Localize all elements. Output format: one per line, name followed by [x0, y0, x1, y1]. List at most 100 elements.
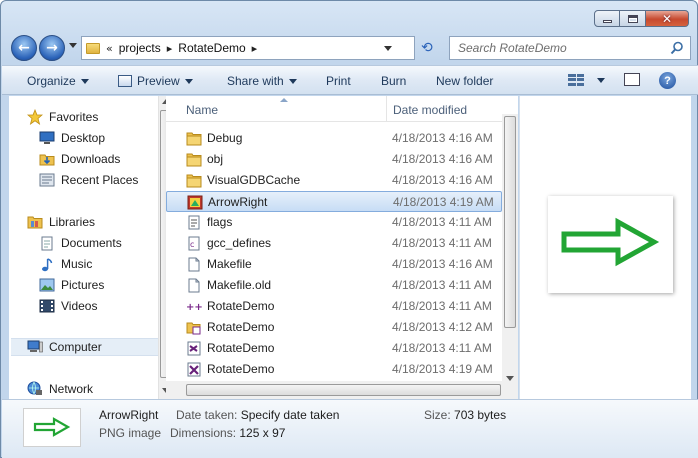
file-name: RotateDemo: [207, 341, 275, 355]
help-icon: ?: [659, 72, 676, 89]
breadcrumb-separator-icon[interactable]: ▸: [252, 42, 258, 55]
breadcrumb-overflow[interactable]: «: [106, 42, 113, 55]
search-input[interactable]: [458, 41, 658, 55]
sidebar-item-label: Network: [49, 382, 94, 396]
file-row[interactable]: Makefile 4/18/2013 4:16 AM: [166, 254, 502, 275]
share-with-button[interactable]: Share with: [227, 74, 297, 88]
preview-pane-icon: [624, 73, 640, 86]
size-label: Size:: [424, 408, 451, 422]
file-row[interactable]: c gcc_defines 4/18/2013 4:11 AM: [166, 233, 502, 254]
file-list-pane: Name Date modified Debug 4/18/2013 4:16 A…: [166, 96, 518, 399]
file-row[interactable]: RotateDemo 4/18/2013 4:11 AM: [166, 338, 502, 359]
print-button[interactable]: Print: [326, 74, 351, 88]
change-view-button[interactable]: [568, 74, 605, 86]
details-pane: ArrowRight PNG image Date taken: Specify…: [2, 399, 698, 458]
file-date-modified: 4/18/2013 4:12 AM: [392, 320, 493, 334]
breadcrumb-rotatedemo[interactable]: RotateDemo: [178, 41, 245, 55]
column-header-date-modified[interactable]: Date modified: [393, 103, 467, 117]
file-name: Makefile: [207, 257, 252, 271]
minimize-button[interactable]: [594, 10, 620, 27]
sidebar-item-music[interactable]: Music: [39, 255, 92, 273]
sidebar-item-label: Music: [61, 257, 93, 271]
recent-pages-dropdown-icon[interactable]: [69, 43, 77, 48]
file-row[interactable]: RotateDemo 4/18/2013 4:19 AM: [166, 359, 502, 380]
navigation-pane: Favorites Desktop Downloads Recent Place…: [9, 96, 173, 399]
svg-text:c: c: [190, 240, 194, 249]
burn-button[interactable]: Burn: [381, 74, 406, 88]
forward-button[interactable]: →: [39, 35, 65, 61]
preview-button[interactable]: Preview: [118, 74, 193, 88]
sidebar-item-pictures[interactable]: Pictures: [39, 276, 104, 294]
sidebar-item-network[interactable]: Network: [27, 380, 93, 398]
details-size: Size: 703 bytes: [424, 408, 506, 422]
organize-button[interactable]: Organize: [27, 74, 89, 88]
vs-filters-icon: [187, 362, 201, 377]
sidebar-item-favorites[interactable]: Favorites: [27, 108, 98, 126]
address-dropdown-icon[interactable]: [384, 46, 392, 51]
refresh-icon[interactable]: ⟲: [421, 40, 433, 56]
dimensions-value: 125 x 97: [239, 426, 286, 440]
sidebar-item-computer[interactable]: Computer: [11, 338, 159, 356]
column-header-name[interactable]: Name: [186, 103, 218, 117]
forward-arrow-icon: →: [46, 40, 58, 56]
computer-icon: [27, 340, 43, 353]
date-taken-value[interactable]: Specify date taken: [241, 408, 340, 422]
sort-ascending-icon: [280, 98, 288, 102]
file-date-modified: 4/18/2013 4:16 AM: [392, 257, 493, 271]
sidebar-item-downloads[interactable]: Downloads: [39, 150, 120, 168]
maximize-icon: [627, 14, 638, 23]
details-date-taken: Date taken: Specify date taken: [176, 408, 339, 422]
file-name: RotateDemo: [207, 299, 275, 313]
breadcrumb-projects[interactable]: projects: [119, 41, 161, 55]
svg-text:++: ++: [186, 302, 202, 313]
file-row[interactable]: VisualGDBCache 4/18/2013 4:16 AM: [166, 170, 502, 191]
sidebar-item-libraries[interactable]: Libraries: [27, 213, 95, 231]
sidebar-item-label: Downloads: [61, 152, 121, 166]
blank-file-icon: [188, 278, 200, 293]
file-date-modified: 4/18/2013 4:16 AM: [392, 173, 493, 187]
chevron-down-icon: [184, 78, 193, 84]
scrollbar-thumb[interactable]: [504, 116, 516, 328]
share-with-label: Share with: [227, 74, 284, 88]
file-name: Debug: [207, 131, 243, 145]
file-row[interactable]: ArrowRight 4/18/2013 4:19 AM: [166, 191, 502, 212]
file-date-modified: 4/18/2013 4:11 AM: [392, 341, 492, 355]
file-name: VisualGDBCache: [207, 173, 301, 187]
search-box[interactable]: [449, 36, 691, 60]
column-divider[interactable]: [386, 96, 387, 121]
address-bar[interactable]: « projects ▸ RotateDemo ▸: [81, 36, 415, 60]
file-row[interactable]: obj 4/18/2013 4:16 AM: [166, 149, 502, 170]
file-name: ArrowRight: [208, 195, 268, 209]
file-list-scrollbar[interactable]: [502, 114, 518, 399]
breadcrumb-separator-icon[interactable]: ▸: [167, 42, 173, 55]
preview-icon: [118, 75, 132, 87]
scroll-down-icon[interactable]: [506, 376, 514, 381]
file-row[interactable]: ++ RotateDemo 4/18/2013 4:11 AM: [166, 296, 502, 317]
sidebar-item-desktop[interactable]: Desktop: [39, 129, 105, 147]
sidebar-item-documents[interactable]: Documents: [39, 234, 122, 252]
file-row[interactable]: flags 4/18/2013 4:11 AM: [166, 212, 502, 233]
file-list-horizontal-scrollbar[interactable]: [166, 381, 502, 399]
file-row[interactable]: Makefile.old 4/18/2013 4:11 AM: [166, 275, 502, 296]
search-icon[interactable]: [670, 41, 684, 55]
back-button[interactable]: ←: [11, 35, 37, 61]
sidebar-item-label: Videos: [61, 299, 98, 313]
sidebar-item-recent-places[interactable]: Recent Places: [39, 171, 138, 189]
recent-places-icon: [39, 173, 55, 187]
file-row[interactable]: RotateDemo 4/18/2013 4:12 AM: [166, 317, 502, 338]
file-name: gcc_defines: [207, 236, 272, 250]
close-button[interactable]: ✕: [646, 10, 689, 27]
help-button[interactable]: ?: [659, 72, 676, 89]
file-name: RotateDemo: [207, 362, 275, 376]
close-icon: ✕: [661, 11, 673, 26]
new-folder-button[interactable]: New folder: [436, 74, 493, 88]
image-preview: [548, 196, 673, 293]
chevron-down-icon: [597, 77, 605, 83]
cpp-source-icon: ++: [186, 302, 202, 313]
sidebar-item-videos[interactable]: Videos: [39, 297, 97, 315]
horizontal-scrollbar-thumb[interactable]: [186, 384, 501, 396]
maximize-button[interactable]: [620, 10, 646, 27]
image-file-icon: [187, 195, 203, 210]
file-row[interactable]: Debug 4/18/2013 4:16 AM: [166, 128, 502, 149]
preview-pane-toggle[interactable]: [624, 73, 640, 86]
